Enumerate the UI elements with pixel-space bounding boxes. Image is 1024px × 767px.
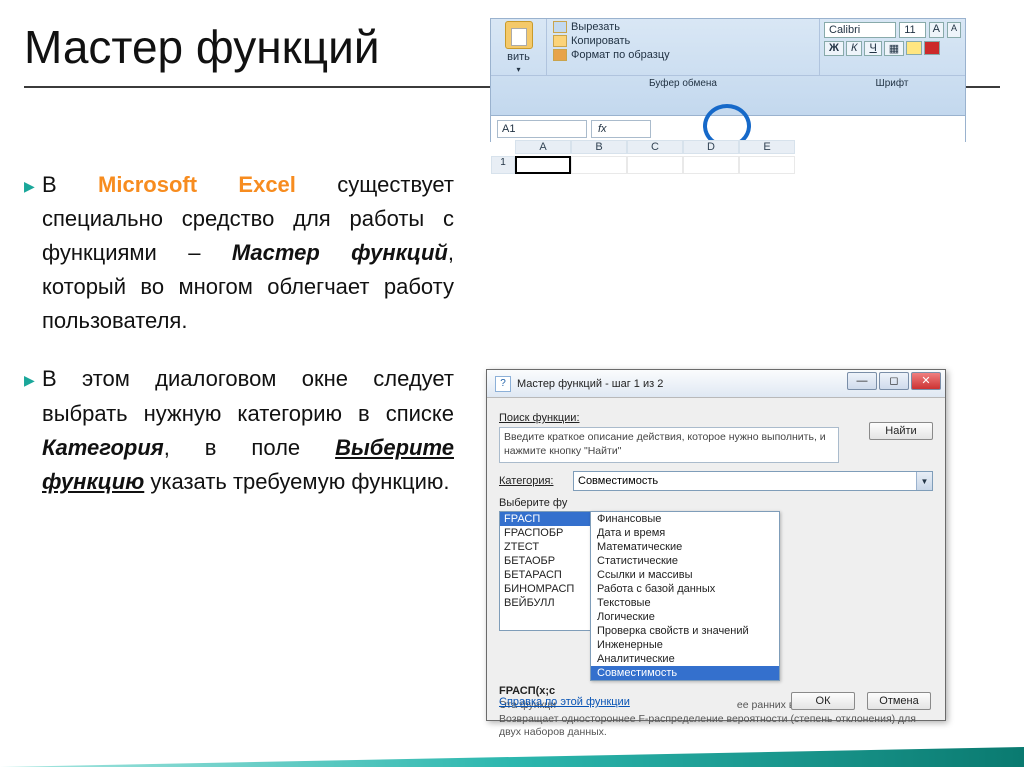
scissors-icon xyxy=(553,21,567,33)
body-text: ▶ В Microsoft Excel существует специальн… xyxy=(24,168,454,523)
brand-name: Microsoft Excel xyxy=(98,172,296,197)
category-dropdown-list[interactable]: Финансовые Дата и время Математические С… xyxy=(590,511,780,681)
search-label: Поиск функции: xyxy=(499,412,933,424)
dialog-titlebar[interactable]: ? Мастер функций - шаг 1 из 2 — ◻ ✕ xyxy=(487,370,945,398)
group-font-label: Шрифт xyxy=(819,76,965,91)
underline-button[interactable]: Ч xyxy=(864,41,881,56)
font-name-select[interactable]: Calibri xyxy=(824,22,896,38)
row-header[interactable]: 1 xyxy=(491,156,515,174)
cancel-button[interactable]: Отмена xyxy=(867,692,931,710)
italic-button[interactable]: К xyxy=(846,41,862,56)
copy-label: Копировать xyxy=(571,35,630,47)
cell[interactable] xyxy=(627,156,683,174)
category-label: Категория: xyxy=(499,475,567,487)
dropdown-option[interactable]: Текстовые xyxy=(591,596,779,610)
list-item[interactable]: FРАСПОБР xyxy=(500,526,590,540)
dialog-title-text: Мастер функций - шаг 1 из 2 xyxy=(517,378,663,390)
cell[interactable] xyxy=(683,156,739,174)
list-item[interactable]: БЕТАРАСП xyxy=(500,568,590,582)
col-header[interactable]: D xyxy=(683,140,739,154)
column-headers[interactable]: A B C D E xyxy=(515,140,965,154)
list-item[interactable]: ZТЕСТ xyxy=(500,540,590,554)
cut-label: Вырезать xyxy=(571,21,620,33)
slide-title: Мастер функций xyxy=(24,20,380,74)
select-function-label: Выберите фу xyxy=(499,497,933,509)
term-category: Категория xyxy=(42,435,164,460)
font-color-button[interactable] xyxy=(924,41,940,55)
list-item[interactable]: ВЕЙБУЛЛ xyxy=(500,596,590,610)
name-box[interactable]: A1 xyxy=(497,120,587,138)
dropdown-option[interactable]: Совместимость xyxy=(591,666,779,680)
cell[interactable] xyxy=(739,156,795,174)
bullet-marker: ▶ xyxy=(24,168,42,338)
paste-icon xyxy=(505,21,533,49)
maximize-button[interactable]: ◻ xyxy=(879,372,909,390)
list-item[interactable]: FРАСП xyxy=(500,512,590,526)
border-button[interactable]: ▦ xyxy=(884,41,904,56)
list-item[interactable]: БЕТАОБР xyxy=(500,554,590,568)
font-size-select[interactable]: 11 xyxy=(899,22,925,38)
bold-button[interactable]: Ж xyxy=(824,41,844,56)
col-header[interactable]: C xyxy=(627,140,683,154)
dropdown-option[interactable]: Инженерные xyxy=(591,638,779,652)
dropdown-option[interactable]: Статистические xyxy=(591,554,779,568)
fill-color-button[interactable] xyxy=(906,41,922,55)
text: указать требуемую функцию. xyxy=(144,469,449,494)
grow-font-button[interactable]: A xyxy=(929,22,944,38)
close-button[interactable]: ✕ xyxy=(911,372,941,390)
font-group: Calibri 11 A A Ж К Ч ▦ xyxy=(819,19,965,75)
col-header[interactable]: A xyxy=(515,140,571,154)
term-master: Мастер функций xyxy=(232,240,448,265)
fx-button[interactable]: fx xyxy=(591,120,651,138)
function-listbox[interactable]: FРАСП FРАСПОБР ZТЕСТ БЕТАОБР БЕТАРАСП БИ… xyxy=(499,511,591,631)
dropdown-option[interactable]: Проверка свойств и значений xyxy=(591,624,779,638)
help-icon: ? xyxy=(495,376,511,392)
format-painter-label: Формат по образцу xyxy=(571,49,670,61)
help-link[interactable]: Справка по этой функции xyxy=(499,696,630,708)
decorative-stripe xyxy=(0,747,1024,767)
find-button[interactable]: Найти xyxy=(869,422,933,440)
dropdown-option[interactable]: Работа с базой данных xyxy=(591,582,779,596)
paste-button[interactable]: вить ▾ xyxy=(491,19,547,75)
text: , в поле xyxy=(164,435,335,460)
ok-button[interactable]: ОК xyxy=(791,692,855,710)
dropdown-option[interactable]: Финансовые xyxy=(591,512,779,526)
list-item[interactable]: БИНОМРАСП xyxy=(500,582,590,596)
brush-icon xyxy=(553,49,567,61)
function-wizard-dialog: ? Мастер функций - шаг 1 из 2 — ◻ ✕ Поис… xyxy=(486,369,946,721)
col-header[interactable]: B xyxy=(571,140,627,154)
dropdown-option[interactable]: Дата и время xyxy=(591,526,779,540)
dropdown-option[interactable]: Математические xyxy=(591,540,779,554)
shrink-font-button[interactable]: A xyxy=(947,22,961,38)
search-input[interactable]: Введите краткое описание действия, котор… xyxy=(499,427,839,463)
dropdown-option[interactable]: Аналитические xyxy=(591,652,779,666)
cell[interactable] xyxy=(571,156,627,174)
category-combo[interactable]: ▼ xyxy=(573,471,933,491)
category-value[interactable] xyxy=(573,471,933,491)
format-painter-button[interactable]: Формат по образцу xyxy=(553,49,813,61)
fx-label: fx xyxy=(598,123,607,135)
worksheet-area: A1 fx A B C D E 1 xyxy=(491,115,965,175)
group-clipboard-label: Буфер обмена xyxy=(547,76,819,91)
chevron-down-icon[interactable]: ▼ xyxy=(916,472,932,490)
dropdown-option[interactable]: Логические xyxy=(591,610,779,624)
excel-ribbon: вить ▾ Вырезать Копировать Формат по обр… xyxy=(490,18,966,142)
col-header[interactable]: E xyxy=(739,140,795,154)
paste-dropdown-icon[interactable]: ▾ xyxy=(516,65,520,74)
dropdown-option[interactable]: Ссылки и массивы xyxy=(591,568,779,582)
cut-button[interactable]: Вырезать xyxy=(553,21,813,33)
minimize-button[interactable]: — xyxy=(847,372,877,390)
bullet-marker: ▶ xyxy=(24,362,42,498)
paste-label: вить xyxy=(507,51,530,63)
text: В этом диалоговом окне следует выбрать н… xyxy=(42,366,454,425)
copy-icon xyxy=(553,35,567,47)
cell-a1[interactable] xyxy=(515,156,571,174)
copy-button[interactable]: Копировать xyxy=(553,35,813,47)
text: В xyxy=(42,172,98,197)
